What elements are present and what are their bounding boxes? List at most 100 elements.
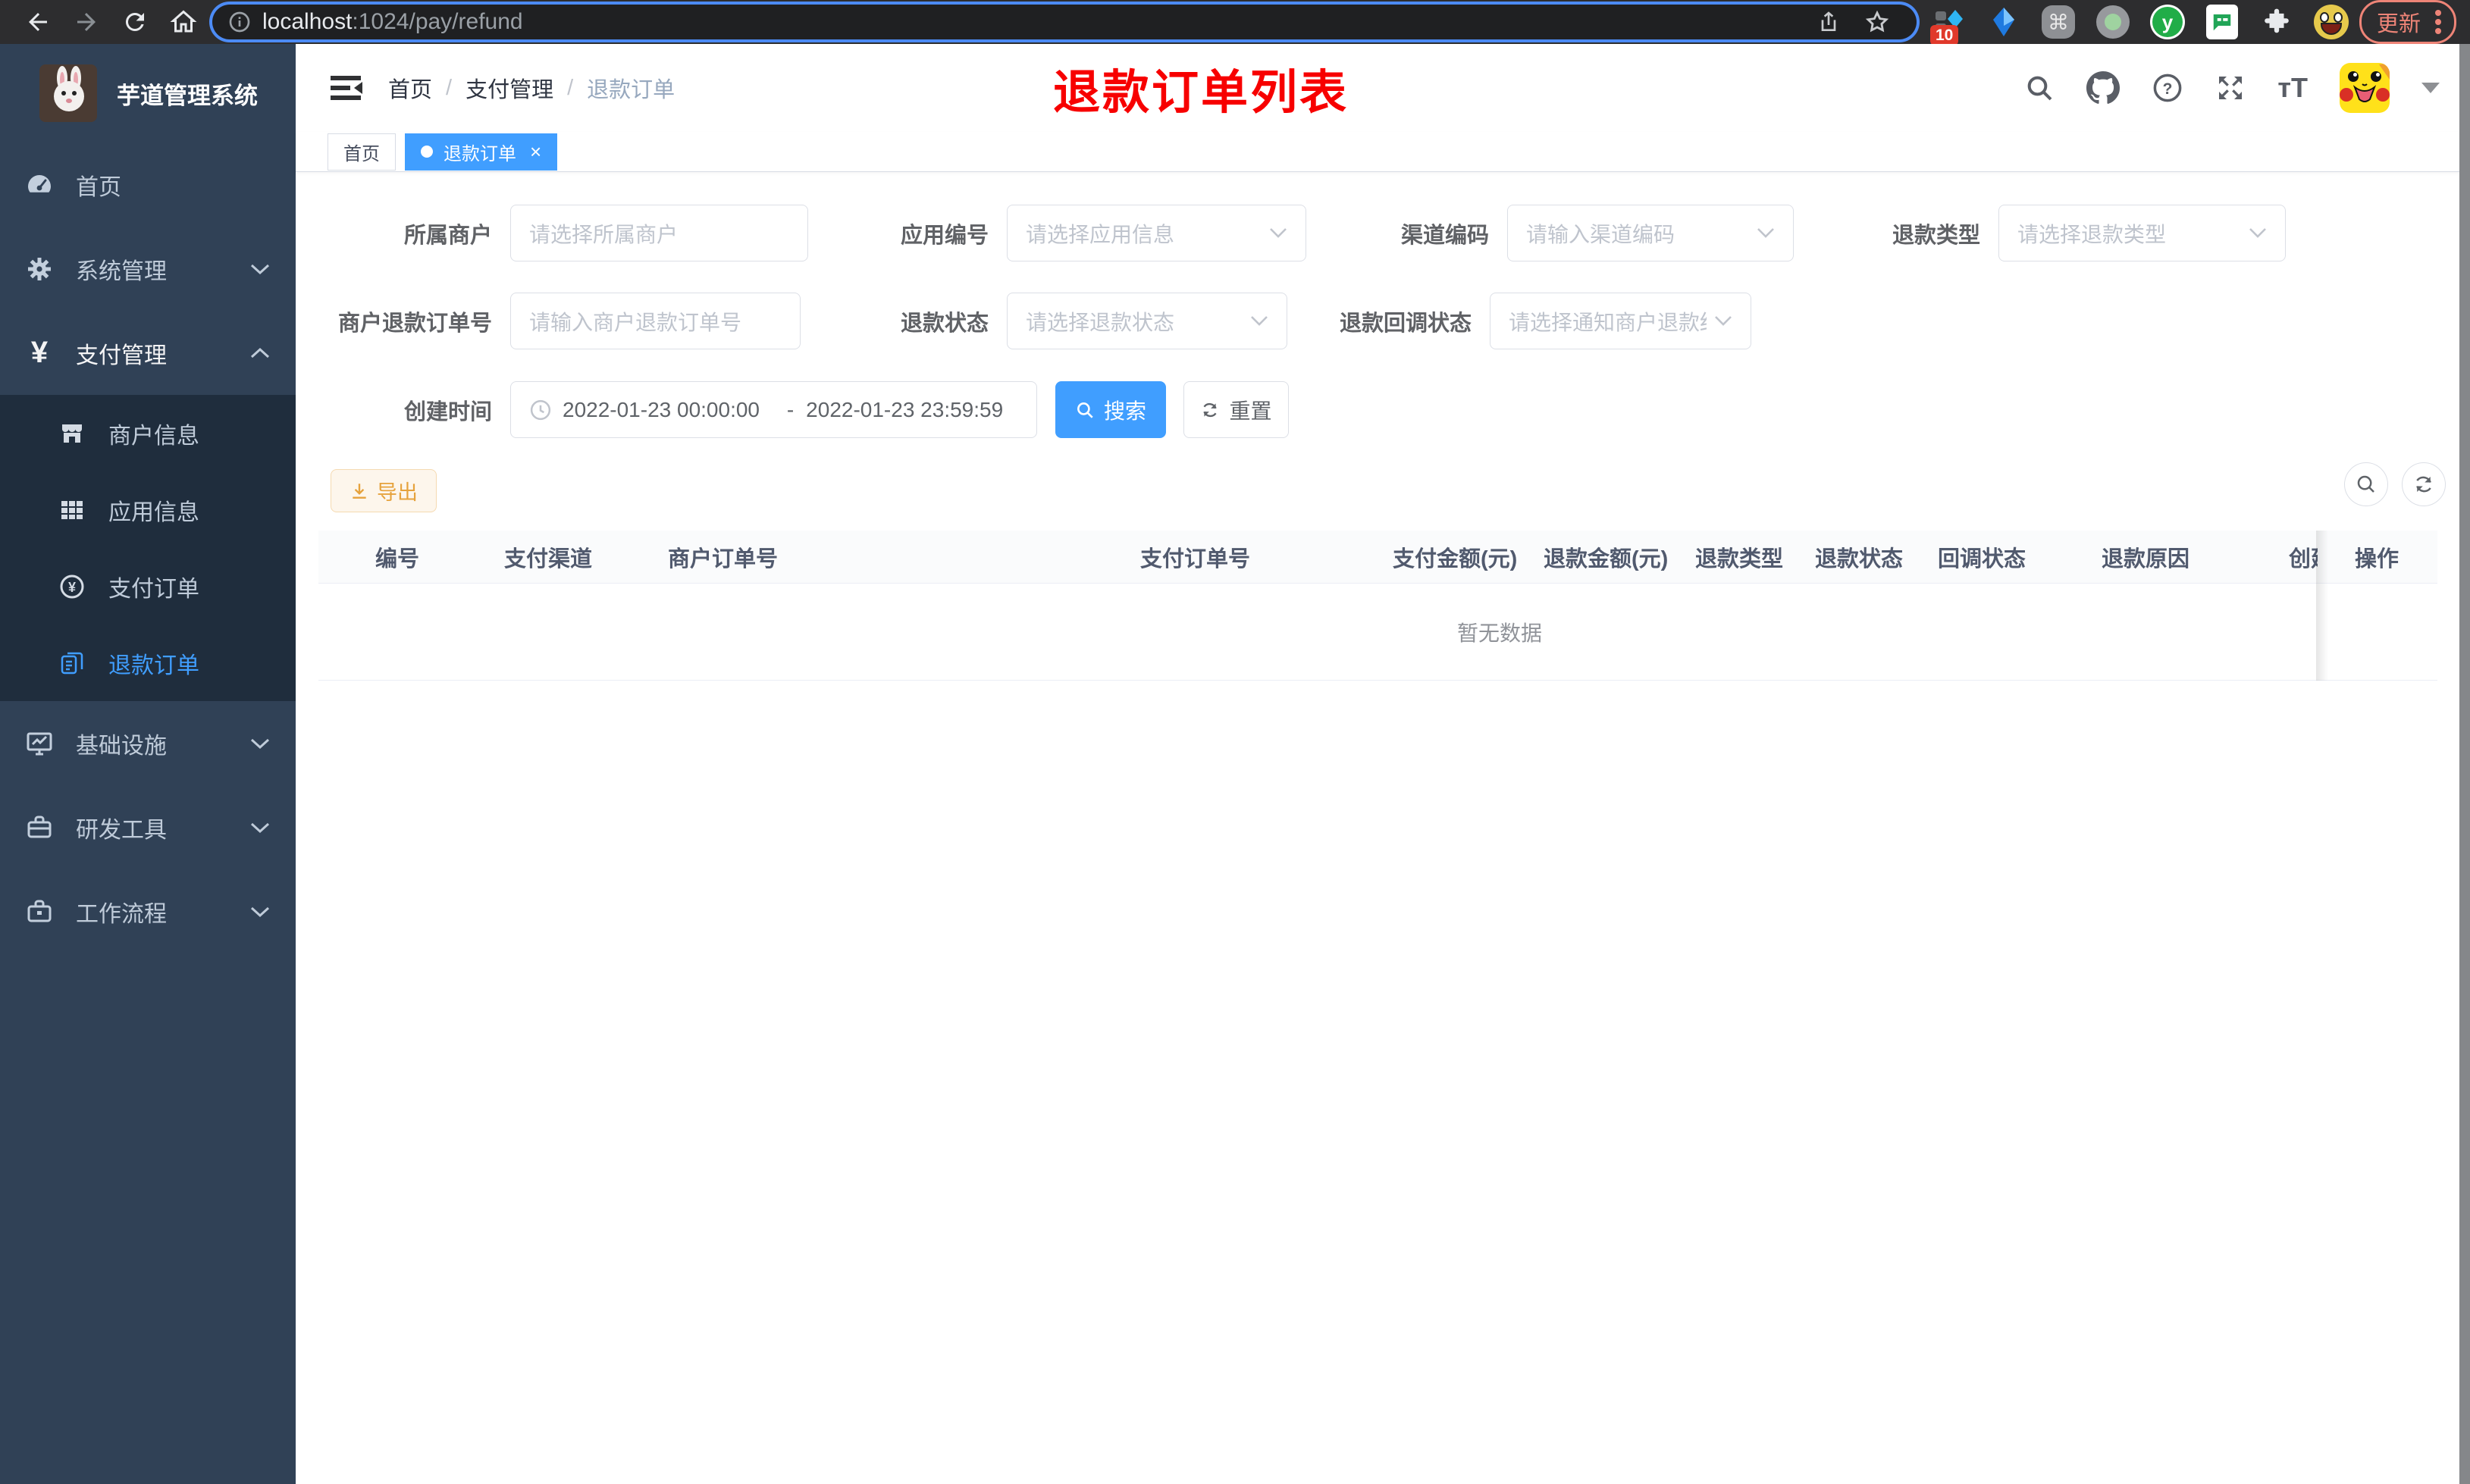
- monitor-chart-icon: [24, 730, 55, 757]
- sidebar-item-system[interactable]: 系统管理: [0, 227, 296, 311]
- filter-refund-status: 退款状态 请选择退款状态: [826, 293, 1287, 349]
- sidebar-item-label: 基础设施: [76, 733, 167, 759]
- col-refund-status: 退款状态: [1815, 547, 1904, 571]
- download-icon: [353, 483, 366, 499]
- placeholder-text: 请选择退款类型: [2017, 222, 2167, 246]
- filter-label: 创建时间: [403, 399, 492, 424]
- reset-label: 重置: [1229, 399, 1272, 423]
- sidebar-item-label: 支付管理: [76, 343, 167, 368]
- clock-icon: [530, 399, 551, 420]
- placeholder-text: 请输入商户退款订单号: [529, 310, 742, 334]
- window-edge: [2459, 44, 2470, 1484]
- bookmark-star-icon[interactable]: [1853, 5, 1901, 39]
- forward-button[interactable]: [62, 5, 111, 39]
- fullscreen-icon[interactable]: [2215, 73, 2246, 103]
- app-select[interactable]: 请选择应用信息: [1007, 205, 1306, 261]
- logo-image: [39, 64, 97, 122]
- back-button[interactable]: [14, 5, 62, 39]
- filter-label: 退款类型: [1892, 223, 1980, 248]
- sidebar-item-app-info[interactable]: 应用信息: [0, 471, 296, 548]
- extension-circle-icon[interactable]: [2095, 5, 2130, 39]
- update-label: 更新: [2376, 12, 2421, 36]
- home-button[interactable]: [159, 5, 208, 39]
- sidebar-item-label: 商户信息: [108, 423, 199, 449]
- filter-callback-status: 退款回调状态 请选择通知商户退款结果的: [1300, 293, 1751, 349]
- sidebar-fold-icon[interactable]: [323, 65, 368, 111]
- chevron-down-icon: [250, 263, 270, 275]
- tag-active-dot: [421, 146, 433, 158]
- breadcrumb-pay[interactable]: 支付管理: [465, 72, 553, 104]
- yen-icon: ¥: [30, 336, 49, 369]
- chevron-up-icon: [250, 347, 270, 359]
- col-callback-status: 回调状态: [1938, 547, 2026, 571]
- chevron-down-icon: [1270, 228, 1287, 238]
- sidebar-item-label: 系统管理: [76, 258, 167, 284]
- chevron-down-icon: [250, 737, 270, 750]
- search-icon[interactable]: [2024, 73, 2055, 103]
- sidebar-item-pay-order[interactable]: ¥ 支付订单: [0, 548, 296, 625]
- date-range-picker[interactable]: 2022-01-23 00:00:00 - 2022-01-23 23:59:5…: [510, 381, 1037, 438]
- font-size-icon[interactable]: тT: [2277, 72, 2308, 104]
- share-icon[interactable]: [1804, 5, 1853, 39]
- refund-table: 编号 支付渠道 商户订单号 支付订单号 支付金额(元) 退款金额(元) 退款类型…: [318, 531, 2437, 681]
- sidebar-item-home[interactable]: 首页: [0, 142, 296, 227]
- table-empty-body: 暂无数据: [318, 584, 2437, 681]
- github-icon[interactable]: [2086, 71, 2121, 105]
- col-merchant-order-no: 商户订单号: [668, 547, 779, 571]
- briefcase-icon: [24, 899, 55, 925]
- sidebar-item-label: 首页: [76, 174, 121, 200]
- extension-command-icon[interactable]: ⌘: [2041, 5, 2076, 39]
- sidebar-item-merchant-info[interactable]: 商户信息: [0, 395, 296, 471]
- show-search-toggle-button[interactable]: [2344, 462, 2388, 506]
- help-icon[interactable]: ?: [2152, 72, 2183, 104]
- refresh-table-button[interactable]: [2402, 462, 2446, 506]
- extension-chat-icon[interactable]: [2205, 5, 2240, 39]
- reset-button[interactable]: 重置: [1183, 381, 1289, 438]
- browser-update-button[interactable]: 更新: [2359, 0, 2456, 44]
- refund-type-select[interactable]: 请选择退款类型: [1998, 205, 2286, 261]
- filter-app: 应用编号 请选择应用信息: [826, 205, 1306, 261]
- extension-emoji-icon[interactable]: [2313, 5, 2349, 39]
- sidebar-item-workflow[interactable]: 工作流程: [0, 869, 296, 953]
- merchant-refund-no-input[interactable]: 请输入商户退款订单号: [510, 293, 801, 349]
- tag-close-icon[interactable]: ×: [530, 142, 541, 161]
- refund-status-select[interactable]: 请选择退款状态: [1007, 293, 1287, 349]
- breadcrumb-home[interactable]: 首页: [388, 72, 432, 104]
- avatar[interactable]: [2340, 63, 2390, 113]
- reload-button[interactable]: [111, 5, 159, 39]
- sidebar-item-pay[interactable]: ¥ 支付管理: [0, 311, 296, 395]
- filter-label: 渠道编码: [1400, 223, 1489, 248]
- site-info-icon[interactable]: [227, 10, 252, 34]
- pay-submenu: 商户信息 应用信息 ¥ 支付订单 退款订单: [0, 395, 296, 701]
- callback-status-select[interactable]: 请选择通知商户退款结果的: [1490, 293, 1751, 349]
- sidebar-item-dev-tools[interactable]: 研发工具: [0, 785, 296, 869]
- refresh-icon: [1203, 402, 1218, 417]
- browser-menu-icon[interactable]: [2434, 9, 2442, 35]
- export-label: 导出: [377, 481, 418, 504]
- export-button[interactable]: 导出: [331, 469, 437, 512]
- avatar-caret-icon[interactable]: [2421, 83, 2440, 93]
- col-refund-type: 退款类型: [1695, 547, 1784, 571]
- chevron-down-icon: [2249, 228, 2266, 238]
- date-start-value: 2022-01-23 00:00:00: [563, 397, 760, 421]
- filter-create-time: 创建时间 2022-01-23 00:00:00 - 2022-01-23 23…: [337, 381, 1037, 438]
- refresh-icon: [2416, 476, 2431, 493]
- merchant-select[interactable]: 请选择所属商户: [510, 205, 808, 261]
- browser-toolbar: localhost:1024/pay/refund 10 ⌘ y 更新: [0, 0, 2470, 45]
- tag-home[interactable]: 首页: [328, 133, 396, 171]
- search-button[interactable]: 搜索: [1055, 381, 1166, 438]
- extension-devtools-icon[interactable]: 10: [1929, 5, 1967, 45]
- extension-y-icon[interactable]: y: [2149, 5, 2185, 39]
- extension-balloon-icon[interactable]: [1986, 5, 2021, 39]
- channel-select[interactable]: 请输入渠道编码: [1507, 205, 1794, 261]
- breadcrumb: 首页 / 支付管理 / 退款订单: [388, 72, 675, 104]
- col-pay-channel: 支付渠道: [504, 547, 593, 571]
- sidebar-item-infra[interactable]: 基础设施: [0, 701, 296, 785]
- address-bar[interactable]: localhost:1024/pay/refund: [212, 5, 1917, 39]
- tag-refund-order[interactable]: 退款订单 ×: [405, 133, 558, 171]
- app-logo[interactable]: 芋道管理系统: [0, 44, 296, 142]
- tags-view-bar: 首页 退款订单 ×: [296, 132, 2470, 172]
- date-separator: -: [786, 397, 795, 421]
- extension-puzzle-icon[interactable]: [2259, 5, 2294, 39]
- sidebar-item-refund-order[interactable]: 退款订单: [0, 625, 296, 701]
